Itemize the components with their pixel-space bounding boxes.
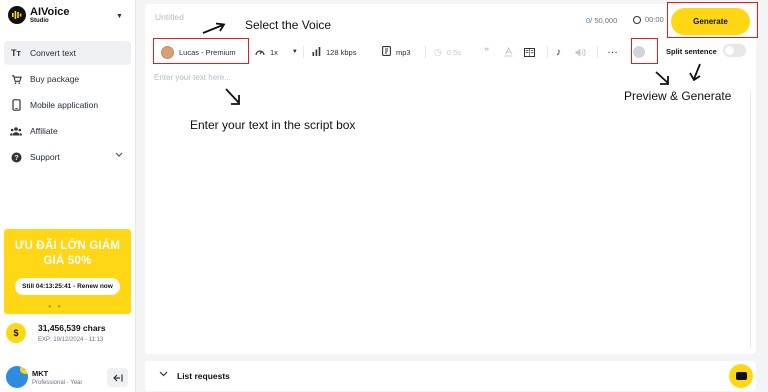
stopwatch-icon — [633, 15, 641, 24]
sidebar-item-affiliate[interactable]: Affiliate — [4, 119, 131, 143]
svg-text:?: ? — [14, 155, 18, 162]
caret-down-icon: ▼ — [291, 49, 298, 55]
collapse-icon — [112, 374, 123, 381]
user-plan: Professional - Year — [32, 379, 83, 386]
toolbar-divider — [425, 46, 426, 58]
chevron-down-icon — [159, 370, 168, 379]
users-icon — [10, 125, 22, 137]
sidebar-nav: Tт Convert text Buy package Mobile appli… — [4, 41, 131, 171]
split-sentence-label: Split sentence — [666, 47, 717, 56]
user-name: MKT — [32, 368, 49, 378]
split-sentence-toggle[interactable] — [723, 44, 746, 57]
sidebar-item-buy-package[interactable]: Buy package — [4, 67, 131, 91]
promo-banner[interactable]: ƯU ĐÃI LỚN GIẢM GIÁ 50% Still 04:13:25:4… — [4, 229, 131, 314]
pause-value: 0.5s — [446, 47, 462, 57]
sidebar-item-convert-text[interactable]: Tт Convert text — [4, 41, 131, 65]
music-icon[interactable]: ♪ — [556, 40, 561, 64]
brand-logo[interactable]: AIVoice Studio — [8, 6, 70, 24]
voice-highlight-box — [153, 38, 249, 64]
sidebar-item-label: Affiliate — [30, 126, 58, 136]
carousel-dots[interactable]: ● ● — [48, 304, 63, 310]
annotation-preview-generate: Preview & Generate — [624, 89, 732, 103]
sidebar-item-mobile-application[interactable]: Mobile application — [4, 93, 131, 117]
premium-badge-icon: ★ — [20, 366, 28, 374]
book-icon[interactable] — [524, 40, 535, 64]
volume-icon[interactable] — [575, 40, 586, 64]
timer-value: 00:00 — [645, 15, 664, 24]
phone-icon — [10, 99, 22, 111]
sidebar-item-label: Buy package — [30, 74, 80, 84]
chat-icon — [735, 372, 747, 380]
sidebar: AIVoice Studio ▼ Tт Convert text Buy pac… — [0, 0, 136, 392]
text-icon: Tт — [11, 48, 21, 58]
expiry-date: EXP: 19/12/2024 - 11:13 — [38, 337, 104, 343]
user-profile[interactable]: ★ MKT Professional - Year — [6, 366, 82, 388]
list-requests-label: List requests — [177, 371, 230, 381]
annotation-enter-text: Enter your text in the script box — [190, 118, 356, 132]
sidebar-item-label: Support — [30, 152, 60, 162]
duration-timer: 00:00 — [633, 15, 664, 24]
toolbar-divider — [597, 46, 598, 58]
chars-balance: 31,456,539 chars — [38, 323, 106, 333]
toolbar-divider — [303, 46, 304, 58]
toolbar-divider — [547, 46, 548, 58]
arrow-icon — [202, 22, 226, 34]
bitrate-value: 128 kbps — [326, 47, 357, 57]
chevron-down-icon — [115, 152, 123, 160]
arrow-icon — [655, 71, 669, 85]
chat-support-button[interactable] — [729, 364, 753, 388]
promo-title-line2: GIÁ 50% — [43, 255, 92, 267]
collapse-sidebar-button[interactable] — [107, 368, 128, 387]
file-audio-icon — [382, 46, 391, 58]
brand-sub: Studio — [30, 17, 49, 24]
format-selector[interactable]: mp3 — [382, 40, 411, 64]
promo-title-line1: ƯU ĐÃI LỚN GIẢM — [14, 240, 121, 252]
clock-icon: ◷ — [434, 46, 442, 57]
quote-icon[interactable]: ❞ — [484, 40, 489, 64]
soundwave-icon — [8, 6, 26, 24]
bitrate-selector[interactable]: 128 kbps — [312, 40, 356, 64]
pause-selector[interactable]: ◷ 0.5s — [434, 40, 461, 64]
arrow-icon — [225, 88, 240, 105]
toggle-knob — [725, 46, 734, 55]
avatar: ★ — [6, 366, 28, 388]
script-textarea[interactable]: Enter your text here... — [154, 73, 231, 82]
char-counter: 0/ 50,000 — [586, 16, 617, 25]
sidebar-item-support[interactable]: ? Support — [4, 145, 131, 169]
more-options-icon[interactable]: ··· — [608, 40, 619, 64]
char-count-max: / 50,000 — [590, 16, 618, 25]
list-requests-bar[interactable]: List requests — [145, 361, 756, 391]
scrollbar[interactable] — [750, 92, 751, 347]
bars-icon — [312, 46, 321, 58]
text-format-icon[interactable] — [504, 40, 513, 64]
promo-title: ƯU ĐÃI LỚN GIẢM GIÁ 50% — [4, 239, 131, 269]
title-input[interactable]: Untitled — [155, 12, 184, 22]
coin-icon: $ — [6, 323, 26, 343]
renew-button[interactable]: Still 04:13:25:41 - Renew now — [15, 278, 120, 295]
brand-name: AIVoice — [30, 5, 70, 18]
credits-panel: $ 31,456,539 chars EXP: 19/12/2024 - 11:… — [6, 323, 106, 343]
cart-icon — [10, 73, 22, 85]
generate-highlight-box — [667, 2, 758, 38]
speedometer-icon — [255, 47, 265, 58]
help-icon: ? — [10, 151, 22, 163]
speed-value: 1x — [270, 47, 278, 57]
caret-down-icon[interactable]: ▼ — [116, 13, 123, 20]
sidebar-item-label: Mobile application — [30, 100, 99, 110]
preview-highlight-box — [631, 38, 658, 64]
speed-selector[interactable]: 1x ▼ — [255, 40, 298, 64]
arrow-icon — [689, 63, 701, 82]
annotation-select-voice: Select the Voice — [245, 18, 332, 32]
sidebar-item-label: Convert text — [30, 48, 76, 58]
format-value: mp3 — [396, 47, 411, 57]
